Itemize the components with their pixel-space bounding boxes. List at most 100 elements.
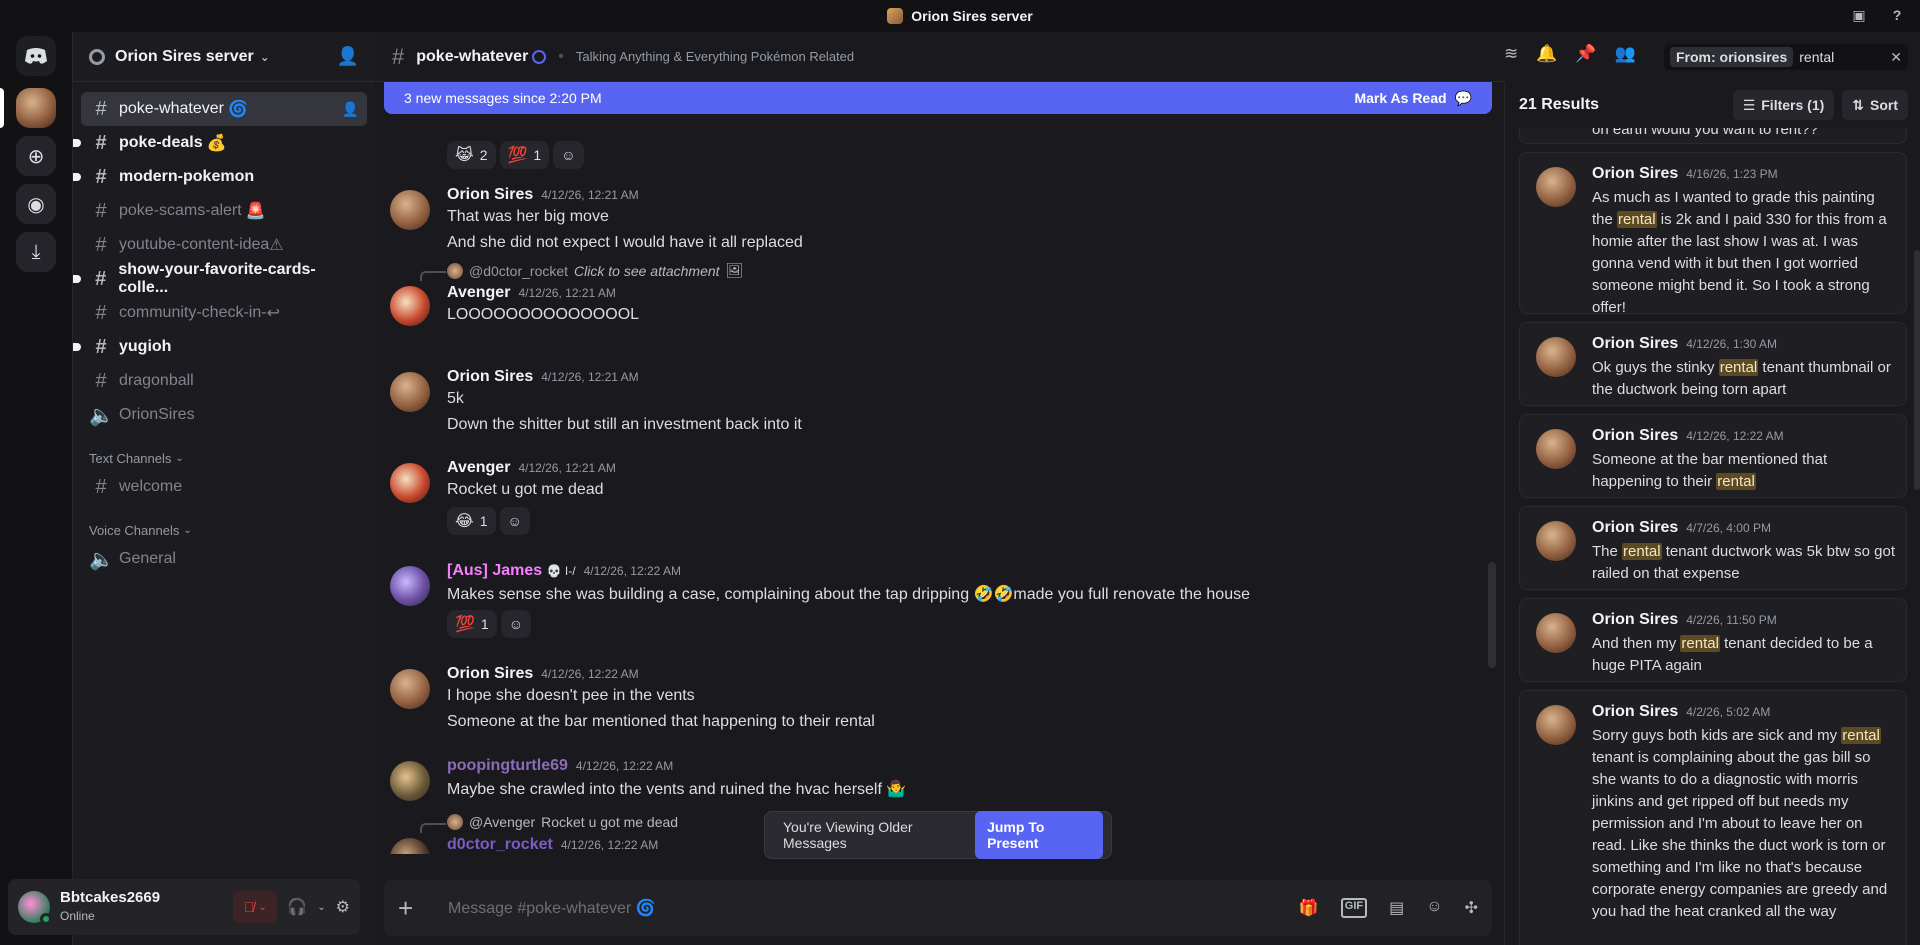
search-input[interactable]: From: orionsires rental ✕ [1664,44,1908,70]
chevron-down-icon[interactable]: ⌄ [317,902,325,913]
reaction-pill[interactable]: 😂 1 [447,507,496,535]
add-reaction-button[interactable]: ☺ [553,141,584,169]
author-name: Orion Sires 4/16/26, 1:23 PM [1592,165,1778,182]
member-list-icon[interactable]: 👥 [1615,44,1636,64]
author-avatar[interactable] [390,463,430,503]
result-card[interactable]: Orion Sires 4/12/26, 12:22 AM Someone at … [1519,414,1907,498]
author-name[interactable]: Orion Sires 4/12/26, 12:22 AM [447,665,639,683]
message-text: I hope she doesn't pee in the vents [447,687,695,704]
author-avatar[interactable] [390,838,430,854]
author-avatar[interactable] [390,190,430,230]
reaction-count: 1 [479,513,488,529]
author-name[interactable]: Avenger 4/12/26, 12:21 AM [447,459,616,477]
gift-icon[interactable]: 🎁 [1299,898,1319,918]
author-name[interactable]: d0ctor_rocket 4/12/26, 12:22 AM [447,836,658,854]
create-invite-icon[interactable]: 👤 [342,101,359,118]
unread-indicator [73,343,81,351]
inbox-icon[interactable]: ▣ [1850,6,1868,24]
sort-button[interactable]: ⇅ Sort [1842,90,1908,120]
result-card[interactable]: Orion Sires 4/16/26, 1:23 PM As much as I… [1519,152,1907,316]
category-voice-channels[interactable]: Voice Channels ⌄ [73,518,375,542]
author-name[interactable]: poopingturtle69 4/12/26, 12:22 AM [447,757,673,775]
channel-item[interactable]: # poke-whatever 🌀 👤 [81,92,367,126]
filters-button[interactable]: ☰ Filters (1) [1732,90,1835,120]
result-card[interactable]: Orion Sires 4/2/26, 11:50 PM And then my … [1519,598,1907,682]
pin-icon[interactable]: 📌 [1575,44,1596,64]
mark-as-read-button[interactable]: Mark As Read [1354,90,1446,106]
settings-gear-icon[interactable]: ⚙ [336,897,350,917]
jump-to-present-button[interactable]: Jump To Present [975,811,1103,859]
result-text: As much as I wanted to grade this painti… [1592,189,1887,316]
voice-channel-item[interactable]: 🔈 General [81,542,367,576]
channel-item[interactable]: # community-check-in- ↩ [81,296,367,330]
server-icon-orion[interactable] [16,88,56,128]
reply-reference[interactable]: @d0ctor_rocket Click to see attachment 🖼 [447,262,743,279]
threads-icon[interactable]: ≋ [1504,44,1518,64]
emoji-icon[interactable]: ☺ [1426,898,1442,918]
channel-item[interactable]: # dragonball [81,364,367,398]
results-list: on earth would you want to rent?? Orion … [1519,128,1907,945]
result-card[interactable]: Orion Sires 4/7/26, 4:00 PM The rental te… [1519,506,1907,590]
user-avatar[interactable] [18,891,52,925]
hash-icon: # [95,131,107,154]
image-icon: 🖼 [725,262,744,278]
results-scrollbar[interactable] [1914,250,1920,490]
search-query[interactable]: rental [1799,49,1834,65]
hash-icon: # [95,97,107,120]
sticker-icon[interactable]: ▤ [1389,898,1404,918]
add-reaction-button[interactable]: ☺ [499,507,530,535]
swirl-emoji-icon [532,49,547,64]
channel-item[interactable]: # modern-pokemon [73,160,367,194]
reaction-pill[interactable]: 💯 1 [499,141,550,169]
chat-scrollbar[interactable] [1488,562,1496,668]
search-filter-tag[interactable]: From: orionsires [1670,47,1794,67]
hash-icon: # [95,369,107,392]
discover-icon[interactable]: ◉ [16,184,56,224]
discord-home-icon[interactable] [16,36,56,76]
reaction-pill[interactable]: 😹 2 [447,141,496,169]
new-messages-bar[interactable]: 3 new messages since 2:20 PM Mark As Rea… [384,82,1492,114]
download-icon[interactable]: ⤓ [16,232,56,272]
server-header[interactable]: Orion Sires server ⌄ 👤 [73,32,375,82]
channel-item[interactable]: # poke-scams-alert 🚨 [81,194,367,228]
add-reaction-button[interactable]: ☺ [500,610,532,638]
headphones-icon[interactable]: 🎧 [287,897,307,917]
add-server-icon[interactable]: ⊕ [16,136,56,176]
help-icon[interactable]: ? [1888,6,1906,24]
result-card[interactable]: Orion Sires 4/12/26, 1:30 AM Ok guys the … [1519,322,1907,406]
reaction-pill[interactable]: 💯 1 [447,610,497,638]
author-avatar[interactable] [390,372,430,412]
clear-search-icon[interactable]: ✕ [1890,49,1902,66]
author-avatar[interactable] [390,761,430,801]
notification-bell-icon[interactable]: 🔔 [1536,44,1557,64]
result-card[interactable]: Orion Sires 4/2/26, 5:02 AM Sorry guys bo… [1519,690,1907,945]
channel-item[interactable]: # show-your-favorite-cards-colle... [73,261,367,296]
gif-icon[interactable]: GIF [1340,898,1368,918]
author-avatar[interactable] [390,669,430,709]
message-text: Maybe she crawled into the vents and rui… [447,781,907,798]
channel-item[interactable]: # yugioh [73,330,367,364]
category-text-channels[interactable]: Text Channels ⌄ [73,446,375,470]
reply-reference[interactable]: @Avenger Rocket u got me dead [447,814,678,830]
message-composer[interactable]: + Message #poke-whatever 🌀 🎁 GIF ▤ ☺ ✣ [384,880,1492,936]
channel-item[interactable]: # welcome [81,470,367,504]
attach-plus-icon[interactable]: + [398,893,430,924]
voice-channel-item[interactable]: 🔈 OrionSires [81,398,367,432]
result-card[interactable]: on earth would you want to rent?? [1519,128,1907,144]
invite-people-icon[interactable]: 👤 [337,46,359,67]
message-input[interactable]: Message #poke-whatever 🌀 [448,898,656,918]
author-name[interactable]: Avenger 4/12/26, 12:21 AM [447,284,616,302]
author-avatar[interactable] [390,566,430,606]
mute-mic-button[interactable]: 🎙̸ ⌄ [233,891,278,923]
channel-name: poke-scams-alert [119,202,242,219]
channel-item[interactable]: # poke-deals 💰 [73,126,367,160]
author-name[interactable]: Orion Sires 4/12/26, 12:21 AM [447,186,639,204]
apps-icon[interactable]: ✣ [1465,898,1478,918]
author-name[interactable]: [Aus] James 💀 I-/4/12/26, 12:22 AM [447,562,681,580]
author-avatar[interactable] [390,286,430,326]
channel-item[interactable]: # youtube-content-idea ⚠ [81,228,367,262]
author-name[interactable]: Orion Sires 4/12/26, 12:21 AM [447,368,639,386]
channel-topic[interactable]: Talking Anything & Everything Pokémon Re… [576,49,854,64]
chat-header: # poke-whatever • Talking Anything & Eve… [376,32,1504,82]
author-avatar [1536,705,1576,745]
